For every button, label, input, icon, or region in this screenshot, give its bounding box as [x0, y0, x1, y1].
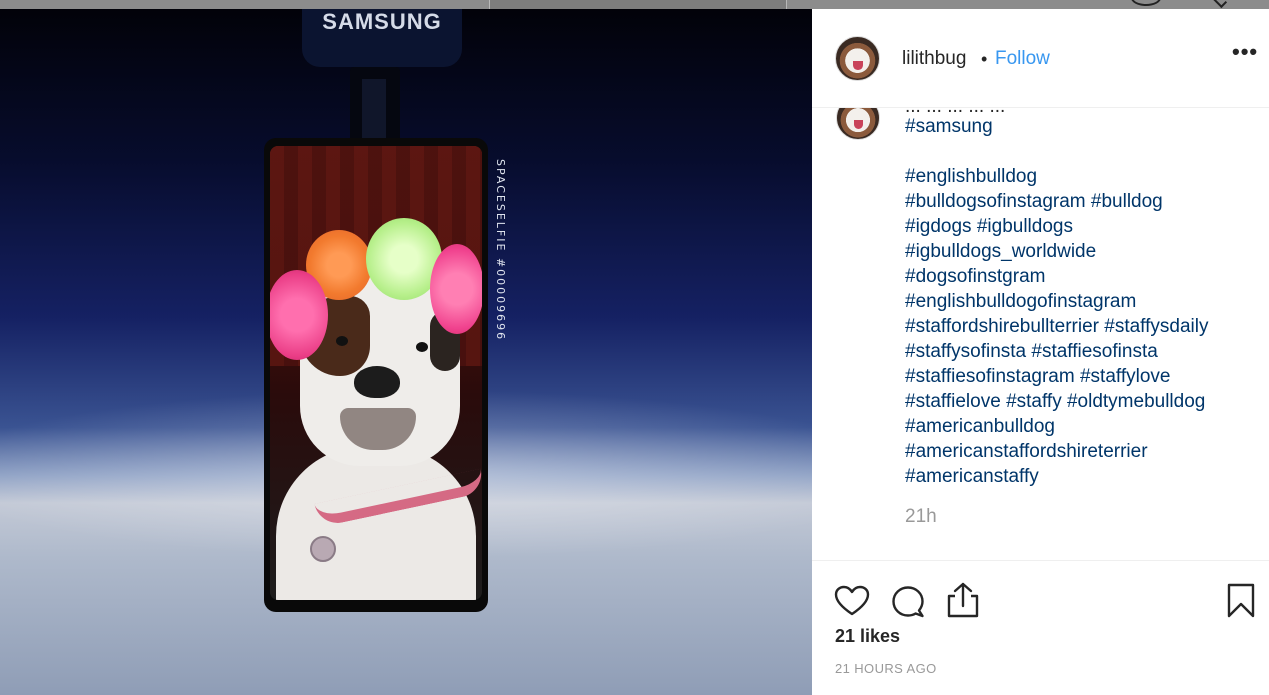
hashtag-link[interactable]: #dogsofinstgram [905, 266, 1045, 287]
hashtag-link[interactable]: #americanstaffordshireterrier [905, 441, 1148, 462]
dog-nose [354, 366, 400, 398]
avatar[interactable] [835, 36, 880, 81]
heart-icon[interactable] [834, 585, 870, 617]
dog-eye-left [336, 336, 348, 346]
hashtag-link[interactable]: #staffiesofinstagram [905, 366, 1075, 387]
hashtag-link[interactable]: #bulldog [1091, 191, 1163, 212]
hashtag-line: #staffiesofinstagram #staffylove [905, 364, 1255, 389]
hashtag-link[interactable]: #oldtymebulldog [1067, 391, 1205, 412]
hashtag-link[interactable]: #americanstaffy [905, 466, 1039, 487]
hashtag-line: #igdogs #igbulldogs [905, 214, 1255, 239]
hashtag-line: #englishbulldog [905, 164, 1255, 189]
address-bar-fragment[interactable] [489, 0, 787, 9]
flower-pink-right [430, 244, 482, 334]
circle-icon[interactable] [1131, 0, 1161, 6]
hashtag-link[interactable]: #staffiesofinsta [1031, 341, 1157, 362]
bookmark-icon[interactable] [1226, 583, 1256, 619]
share-icon[interactable] [946, 581, 980, 619]
hashtag-line: #samsung [905, 114, 1255, 139]
phone-mount-arm [362, 79, 386, 139]
samsung-logo: SAMSUNG [322, 9, 442, 34]
hashtag-line: #igbulldogs_worldwide [905, 239, 1255, 264]
hashtag-link[interactable]: #staffy [1006, 391, 1062, 412]
hashtag-link[interactable]: #igbulldogs [977, 216, 1073, 237]
hashtag-line: #americanstaffordshireterrier [905, 439, 1255, 464]
username-link[interactable]: lilithbug [902, 48, 966, 70]
caption-hashtags: #samsung #englishbulldog #bulldogsofinstag… [905, 114, 1255, 489]
hashtag-link[interactable]: #staffylove [1080, 366, 1170, 387]
hashtag-link[interactable]: #staffordshirebullterrier [905, 316, 1099, 337]
collar-tag [310, 536, 336, 562]
spaceselfie-label: SPACESELFIE #00009696 [494, 159, 507, 342]
post-photo[interactable]: SAMSUNG SPACESELFIE #00009696 [0, 9, 812, 695]
hashtag-link[interactable]: #igdogs [905, 216, 972, 237]
hashtag-line: #americanbulldog [905, 414, 1255, 439]
post-timestamp[interactable]: 21 HOURS AGO [835, 661, 937, 676]
chevron-down-icon[interactable] [1212, 0, 1228, 9]
dog-body [276, 446, 476, 600]
hashtag-link[interactable]: #igbulldogs_worldwide [905, 241, 1096, 262]
hashtag-link[interactable]: #englishbulldog [905, 166, 1037, 187]
relative-time[interactable]: 21h [905, 506, 937, 528]
follow-button[interactable]: Follow [995, 48, 1050, 70]
comment-icon[interactable] [890, 584, 926, 620]
hashtag-link[interactable]: #staffysofinsta [905, 341, 1026, 362]
hashtag-link[interactable]: #americanbulldog [905, 416, 1055, 437]
hashtag-line: #staffielove #staffy #oldtymebulldog [905, 389, 1255, 414]
separator-dot: • [981, 49, 988, 69]
action-bar [812, 571, 1269, 623]
post-sidebar: lilithbug • Follow ••• ... ... ... ... .… [812, 9, 1269, 695]
hashtag-line: #dogsofinstgram [905, 264, 1255, 289]
likes-count[interactable]: 21 likes [835, 626, 900, 647]
caption-avatar[interactable] [836, 108, 880, 140]
hashtag-link[interactable]: #bulldogsofinstagram [905, 191, 1086, 212]
comments-scroll-area[interactable]: ... ... ... ... ... #samsung#englishbull… [812, 108, 1269, 561]
hashtag-line: #englishbulldogofinstagram [905, 289, 1255, 314]
hashtag-line [905, 139, 1255, 164]
post-header: lilithbug • Follow ••• [812, 9, 1269, 108]
hashtag-line: #staffysofinsta #staffiesofinsta [905, 339, 1255, 364]
more-options-icon[interactable]: ••• [1232, 39, 1258, 65]
hashtag-line: #bulldogsofinstagram #bulldog [905, 189, 1255, 214]
hashtag-link[interactable]: #englishbulldogofinstagram [905, 291, 1136, 312]
dog-eye-right [416, 342, 428, 352]
hashtag-link[interactable]: #samsung [905, 116, 993, 137]
window-top-strip [0, 0, 1269, 9]
phone-screen-dog-photo [270, 146, 482, 600]
hashtag-link[interactable]: #staffielove [905, 391, 1001, 412]
hashtag-line: #americanstaffy [905, 464, 1255, 489]
hashtag-link[interactable]: #staffysdaily [1104, 316, 1208, 337]
hashtag-line: #staffordshirebullterrier #staffysdaily [905, 314, 1255, 339]
phone-device [264, 138, 488, 612]
